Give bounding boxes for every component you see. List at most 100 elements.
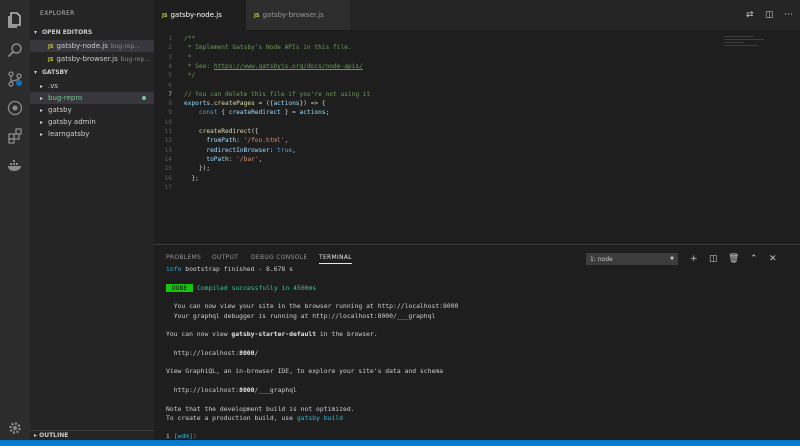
code-token: createRedirect: [198, 128, 252, 135]
code-token: '/foo.html': [243, 137, 285, 145]
code-line: 7 // You can delete this file if you're n…: [154, 90, 714, 99]
tab-gatsby-node[interactable]: JS gatsby-node.js: [154, 0, 246, 30]
tab-label: gatsby-node.js: [170, 11, 222, 19]
tab-gatsby-browser[interactable]: JS gatsby-browser.js: [246, 0, 350, 30]
extensions-icon[interactable]: [7, 128, 23, 144]
terminal-token: 8000: [239, 385, 255, 394]
code-token: };: [184, 174, 199, 182]
code-token: ;: [325, 109, 330, 117]
split-editor-icon[interactable]: ◫: [765, 10, 774, 20]
line-number: 1: [168, 35, 172, 42]
tree-folder[interactable]: ▸ .vs: [30, 80, 154, 92]
terminal-line: View GraphiQL, an in-browser IDE, to exp…: [166, 367, 443, 376]
terminal-token: Compiled successfully in 4500ms: [193, 283, 317, 292]
terminal-selector[interactable]: 1: node ▼: [586, 253, 678, 265]
code-token: const: [198, 109, 218, 117]
trash-icon[interactable]: 🗑: [728, 253, 739, 265]
code-token: fromPath: [206, 137, 237, 145]
source-control-icon[interactable]: [7, 71, 23, 87]
code-line: 9 const { createRedirect } = actions;: [154, 108, 714, 117]
terminal-token: info: [166, 265, 182, 273]
code-line: 2 * Implement Gatsby's Node APIs in this…: [154, 43, 714, 52]
code-token: createRedirect: [228, 109, 281, 117]
code-token: *: [184, 53, 192, 61]
code-line: 6: [154, 81, 714, 90]
js-file-icon: JS: [48, 44, 54, 50]
terminal-token: View GraphiQL, an in-browser IDE, to exp…: [166, 367, 444, 376]
terminal-token: You can now view your site in the browse…: [166, 302, 459, 311]
tree-folder-label: learngatsby: [48, 130, 90, 138]
panel-tab-debug-console[interactable]: DEBUG CONSOLE: [251, 254, 307, 261]
code-token: createPages: [213, 100, 255, 108]
terminal-token: gatsby-starter-default: [231, 330, 317, 339]
tree-folder[interactable]: ▸ gatsby admin: [30, 116, 154, 128]
code-token: toPath: [206, 155, 229, 163]
git-compare-icon[interactable]: ⇄: [746, 10, 754, 20]
gear-icon[interactable]: [7, 420, 23, 436]
workspace-section[interactable]: ▾ GATSBY: [30, 67, 154, 78]
minimap[interactable]: [724, 36, 774, 56]
maximize-icon[interactable]: ⌃: [750, 253, 758, 265]
tree-folder[interactable]: ▸ bug-repro: [30, 92, 154, 104]
line-number: 14: [164, 155, 172, 163]
terminal-token: /: [254, 348, 259, 357]
files-icon[interactable]: [7, 12, 23, 28]
line-number: 2: [168, 44, 172, 52]
code-token: '/bar': [236, 155, 259, 163]
line-number: 7: [168, 90, 172, 98]
terminal-line: To create a production build, use gatsby…: [166, 414, 343, 423]
chevron-down-icon: ▾: [34, 29, 38, 36]
code-line: 3 *: [154, 53, 714, 62]
code-line: 8 exports.createPages = ({actions}) => {: [154, 99, 714, 108]
terminal-token: Note that the development build is not o…: [166, 404, 355, 413]
open-editors-section[interactable]: ▾ OPEN EDITORS: [30, 27, 154, 38]
tree-folder[interactable]: ▸ learngatsby: [30, 128, 154, 140]
code-token: https://www.gatsbyjs.org/docs/node-apis/: [213, 62, 363, 70]
docker-icon[interactable]: [7, 157, 23, 173]
add-terminal-icon[interactable]: +: [690, 253, 698, 265]
terminal-line: You can now view your site in the browse…: [166, 302, 459, 311]
terminal-token: http://localhost:: [166, 348, 240, 357]
open-editor-item[interactable]: JS gatsby-node.js bug-rep...: [30, 40, 154, 52]
activity-bar: [0, 0, 30, 446]
tree-folder[interactable]: ▸ gatsby: [30, 104, 154, 116]
open-editor-name: gatsby-node.js: [56, 42, 108, 50]
line-number: 5: [168, 72, 172, 80]
open-editor-name: gatsby-browser.js: [56, 55, 118, 63]
close-icon[interactable]: ✕: [769, 253, 777, 265]
code-line: 15 });: [154, 164, 714, 173]
code-token: = ({: [254, 100, 274, 108]
panel-tab-terminal[interactable]: TERMINAL: [319, 254, 352, 264]
chevron-down-icon: ▾: [34, 69, 38, 76]
code-line: 17: [154, 183, 714, 192]
line-number: 4: [168, 62, 172, 70]
panel-tab-problems[interactable]: PROBLEMS: [166, 254, 201, 261]
terminal-token: To create a production build, use: [166, 413, 297, 422]
code-token: ,: [284, 137, 289, 145]
terminal-token: You can now view: [166, 330, 232, 339]
editor-tabs: JS gatsby-node.js JS gatsby-browser.js ⇄ ◫…: [154, 0, 800, 30]
more-icon[interactable]: ⋯: [784, 10, 793, 20]
terminal-token: /___graphql: [254, 385, 297, 394]
code-editor[interactable]: 1/** 2 * Implement Gatsby's Node APIs in …: [154, 30, 800, 244]
debug-icon[interactable]: [7, 100, 23, 116]
workspace-label: GATSBY: [42, 69, 69, 76]
panel-tab-output[interactable]: OUTPUT: [212, 254, 238, 261]
split-terminal-icon[interactable]: ◫: [709, 253, 718, 265]
outline-label: OUTLINE: [39, 432, 69, 439]
outline-section[interactable]: ▸ OUTLINE: [30, 430, 154, 440]
js-file-icon: JS: [48, 57, 54, 63]
code-line: 1 /**: [154, 34, 714, 43]
modified-dot-icon: [142, 96, 146, 100]
tab-label: gatsby-browser.js: [262, 11, 324, 19]
terminal-token: Your graphql debugger is running at http…: [166, 311, 436, 320]
line-number: 9: [168, 109, 172, 117]
code-token: }) => {: [299, 100, 326, 108]
search-icon[interactable]: [7, 42, 23, 58]
terminal-line: You can now view gatsby-starter-default …: [166, 330, 378, 339]
open-editor-item[interactable]: JS gatsby-browser.js bug-rep...: [30, 53, 154, 65]
code-token: ({: [251, 128, 259, 135]
